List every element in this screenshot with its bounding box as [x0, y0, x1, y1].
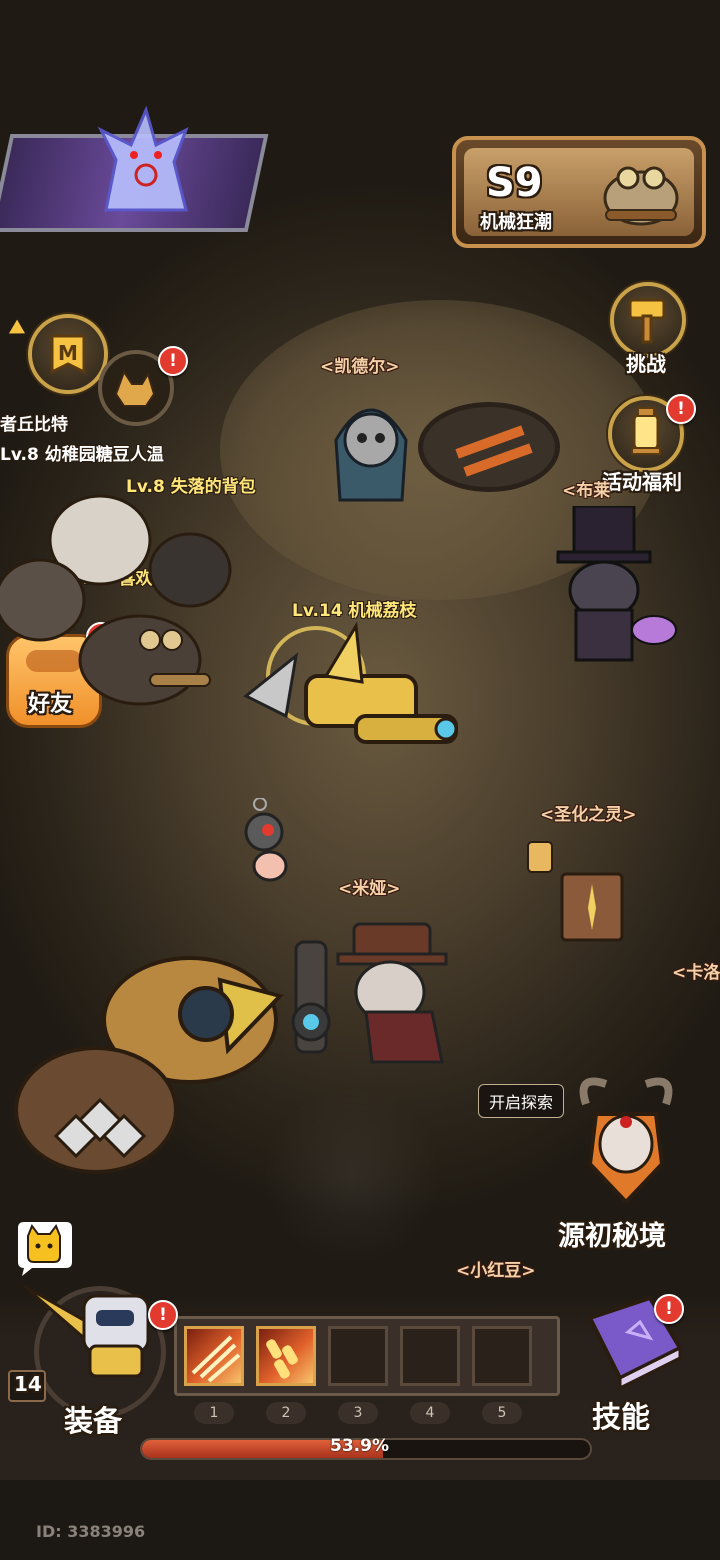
skill-slot-num-4: 4: [410, 1402, 450, 1424]
skill-slot-5[interactable]: [472, 1326, 532, 1386]
skills-label: 技能: [592, 1400, 651, 1434]
challenge-button[interactable]: 挑战: [608, 282, 688, 376]
truncated-name-right-low: <卡洛: [672, 963, 720, 983]
small-pet[interactable]: [238, 797, 298, 888]
season-banner[interactable]: S9 机械狂潮: [452, 136, 706, 248]
skill-slot-1[interactable]: [184, 1326, 244, 1386]
guild-button[interactable]: M: [28, 314, 108, 394]
npc-tophat[interactable]: [544, 504, 684, 666]
floor-vent: [418, 402, 560, 492]
player-mech-character[interactable]: [236, 616, 466, 786]
skill-slot-2[interactable]: [256, 1326, 316, 1386]
challenge-label: 挑战: [626, 352, 666, 376]
xp-progress-text: 53.9%: [330, 1436, 389, 1456]
drill-machine-decoration: [0, 940, 290, 1210]
wolf-icon: [86, 100, 206, 230]
virtual-joystick[interactable]: [262, 1086, 442, 1266]
skill-slot-num-1: 1: [194, 1402, 234, 1424]
event-benefits-label: 活动福利: [602, 470, 682, 494]
ram-skull-icon: [576, 1074, 676, 1205]
hammer-icon: [628, 298, 666, 344]
pet-notification-badge: !: [158, 346, 188, 376]
guild-icon-circle: M: [28, 314, 108, 394]
pet-button[interactable]: !: [98, 346, 188, 430]
equip-label: 装备: [64, 1404, 123, 1438]
user-id: ID: 3383996: [36, 1522, 146, 1541]
m-banner-icon: M: [50, 334, 86, 375]
explore-button[interactable]: 源初秘境: [556, 1074, 696, 1254]
claw-slash-icon: [191, 1335, 241, 1383]
season-title: 机械狂潮: [480, 212, 552, 233]
challenge-icon-circle: [610, 282, 686, 358]
explore-label: 源初秘境: [558, 1221, 666, 1252]
player-character-cluster[interactable]: [0, 460, 240, 720]
event-notification-badge: !: [666, 394, 696, 424]
npc-name-kaideer: <凯德尔>: [320, 357, 400, 377]
event-benefits-button[interactable]: ! 活动福利: [600, 394, 710, 496]
skills-notification-badge: !: [654, 1294, 684, 1324]
npc-kaideer[interactable]: [316, 380, 426, 510]
skill-slot-num-3: 3: [338, 1402, 378, 1424]
bullet-barrage-icon: [266, 1339, 298, 1379]
npc-name-shenghua: <圣化之灵>: [540, 805, 637, 825]
truncated-name-right-mid: <布莱: [562, 481, 611, 501]
skill-slot-4[interactable]: [400, 1326, 460, 1386]
explore-tooltip: 开启探索: [478, 1084, 565, 1118]
npc-name-xiaohongdou: <小红豆>: [456, 1261, 536, 1281]
equip-notification-badge: !: [148, 1300, 178, 1330]
left-arrow-icon[interactable]: [4, 319, 26, 341]
frog-mascot-icon: [596, 158, 686, 230]
npc-miya[interactable]: [282, 912, 472, 1072]
skills-button[interactable]: ! 技能: [562, 1284, 712, 1434]
truncated-name-left-top: 者丘比特: [0, 415, 68, 435]
wolf-emblem[interactable]: [0, 100, 269, 240]
skill-slot-3[interactable]: [328, 1326, 388, 1386]
footer-panel: [0, 1480, 720, 1560]
npc-shenghua-book[interactable]: [524, 838, 634, 950]
npc-name-miya: <米娅>: [338, 879, 401, 899]
skill-slot-num-2: 2: [266, 1402, 306, 1424]
mech-helmet-icon: [23, 1266, 174, 1386]
svg-text:M: M: [58, 341, 78, 365]
season-number: S9: [486, 160, 543, 206]
game-scene: S9 机械狂潮 挑战 ! 活动福利 <布莱 <卡洛 者丘比特 M ! 好友 Lv…: [0, 0, 720, 1560]
skill-slot-num-5: 5: [482, 1402, 522, 1424]
equip-level: 14: [14, 1372, 42, 1396]
equip-button[interactable]: ! 14 装备: [4, 1266, 178, 1442]
